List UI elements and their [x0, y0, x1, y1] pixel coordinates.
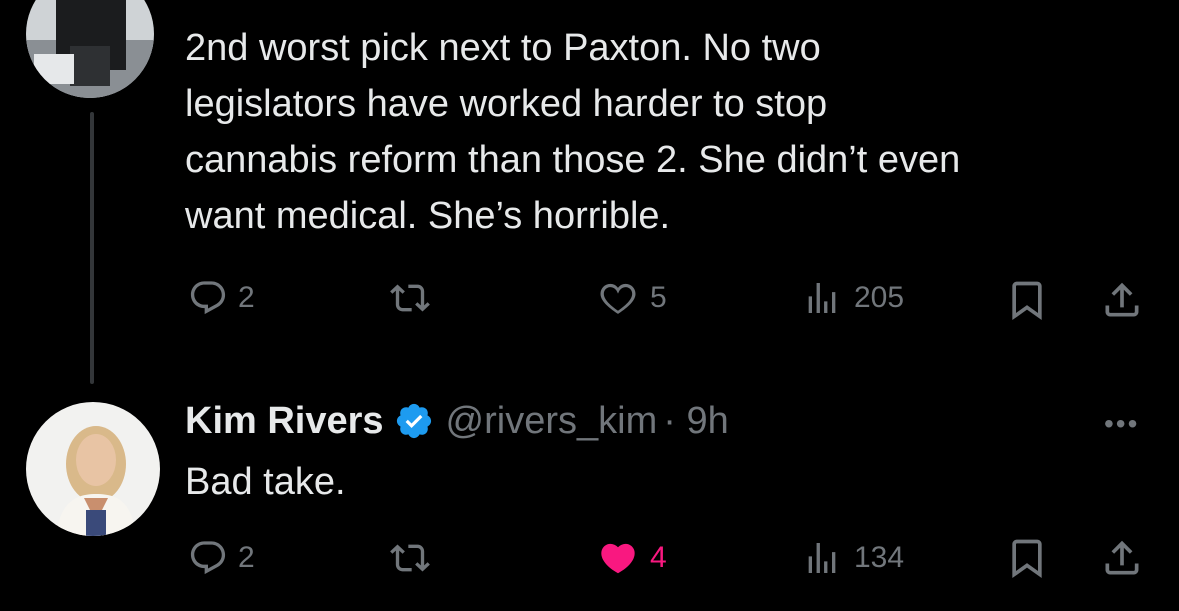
bookmark-button[interactable] [1005, 536, 1049, 580]
reply-icon [190, 541, 226, 575]
views-icon [808, 283, 836, 313]
verified-badge-icon [396, 403, 431, 439]
author-handle[interactable]: @rivers_kim [446, 400, 658, 443]
tweet-text: Bad take. [185, 461, 346, 503]
author-avatar-1[interactable] [26, 0, 154, 98]
reply-icon [190, 281, 226, 315]
bookmark-icon [1012, 281, 1042, 321]
retweet-button[interactable] [388, 278, 432, 318]
more-icon[interactable]: ••• [1104, 408, 1139, 440]
author-row: Kim Rivers @rivers_kim · 9h [185, 396, 729, 446]
share-icon [1105, 540, 1139, 575]
reply-count: 2 [238, 541, 255, 574]
views-count: 134 [854, 541, 905, 574]
share-button[interactable] [1100, 278, 1144, 322]
views-icon [808, 543, 836, 573]
like-icon [600, 283, 636, 314]
bookmark-icon [1012, 539, 1042, 579]
views-button[interactable]: 134 [800, 538, 904, 578]
like-button[interactable]: 5 [596, 278, 667, 318]
bookmark-button[interactable] [1005, 278, 1049, 322]
timestamp[interactable]: · 9h [663, 400, 728, 443]
reply-button[interactable]: 2 [188, 278, 255, 318]
share-icon [1105, 282, 1139, 317]
tweet-text: 2nd worst pick next to Paxton. No two le… [185, 27, 961, 237]
reply-button[interactable]: 2 [188, 538, 255, 578]
like-icon [601, 543, 635, 574]
author-avatar-2[interactable] [26, 402, 160, 536]
like-button[interactable]: 4 [596, 538, 667, 578]
like-count: 4 [650, 541, 667, 574]
thread-line [90, 112, 94, 384]
reply-count: 2 [238, 281, 255, 314]
share-button[interactable] [1100, 536, 1144, 580]
views-button[interactable]: 205 [800, 278, 904, 318]
retweet-icon [390, 284, 430, 312]
retweet-button[interactable] [388, 538, 432, 578]
author-name[interactable]: Kim Rivers [185, 400, 384, 443]
views-count: 205 [854, 281, 905, 314]
retweet-icon [390, 544, 430, 572]
like-count: 5 [650, 281, 667, 314]
